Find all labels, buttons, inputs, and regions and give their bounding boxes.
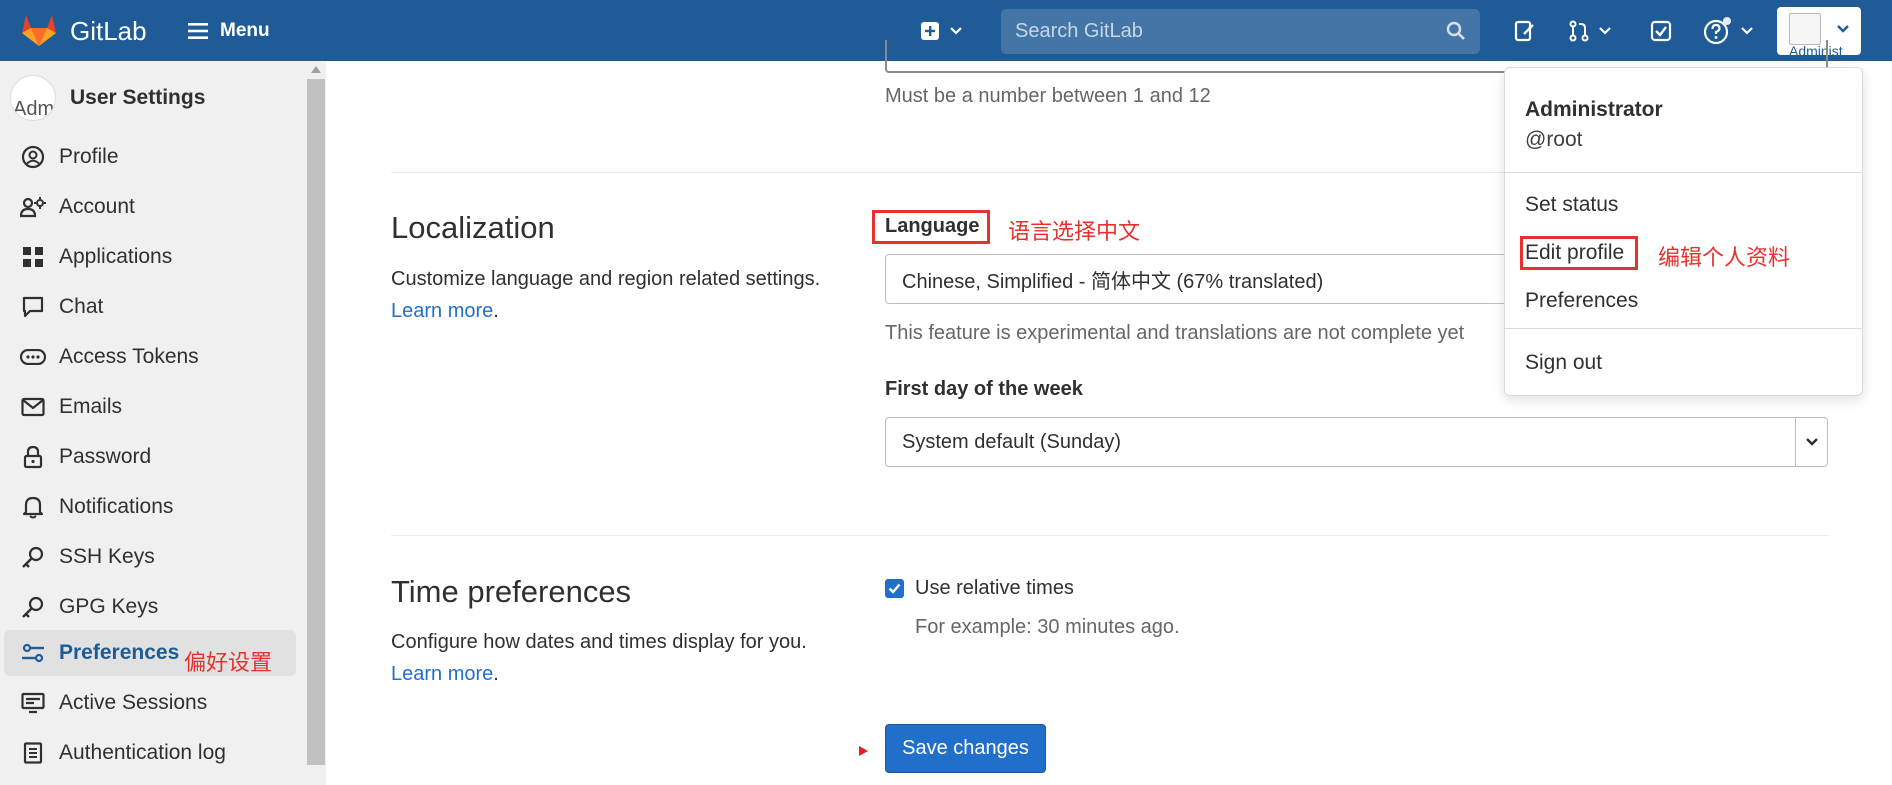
sidebar-item-account[interactable]: Account: [4, 184, 296, 230]
dropdown-divider: [1505, 172, 1862, 173]
search-icon[interactable]: [1446, 21, 1466, 41]
annotation-box-edit-profile: [1520, 236, 1638, 270]
token-icon: [20, 349, 46, 365]
sidebar-item-ssh-keys[interactable]: SSH Keys: [4, 534, 296, 580]
menu-button[interactable]: Menu: [188, 16, 270, 46]
sidebar-scrollbar[interactable]: [304, 61, 326, 785]
lock-icon: [23, 445, 43, 469]
time-preferences-description: Configure how dates and times display fo…: [391, 631, 807, 685]
scrollbar-thumb[interactable]: [307, 79, 325, 765]
sidebar-item-label: Emails: [59, 395, 123, 418]
sidebar-item-label: Active Sessions: [59, 691, 208, 714]
section-divider: [391, 535, 1829, 536]
sidebar-item-label: Preferences: [59, 641, 180, 664]
check-icon: [888, 583, 901, 594]
chevron-down-icon: [1741, 27, 1753, 35]
save-changes-button[interactable]: Save changes: [885, 724, 1046, 773]
applications-icon: [23, 247, 43, 267]
time-description-text: Configure how dates and times display fo…: [391, 631, 807, 653]
sidebar-item-label: Profile: [59, 145, 119, 168]
relative-times-checkbox[interactable]: [885, 579, 904, 598]
annotation-preferences: 偏好设置: [184, 650, 273, 675]
dropdown-set-status[interactable]: Set status: [1525, 193, 1618, 217]
sidebar-item-label: Password: [59, 445, 152, 468]
sidebar-item-emails[interactable]: Emails: [4, 384, 296, 430]
chevron-down-icon: [1599, 27, 1611, 35]
dropdown-preferences[interactable]: Preferences: [1525, 289, 1638, 313]
sidebar-header[interactable]: Adm User Settings: [10, 75, 205, 121]
relative-times-label[interactable]: Use relative times: [915, 577, 1074, 600]
annotation-language: 语言选择中文: [1008, 219, 1141, 244]
sidebar-item-password[interactable]: Password: [4, 434, 296, 480]
sidebar-item-label: Chat: [59, 295, 104, 318]
sidebar-item-applications[interactable]: Applications: [4, 234, 296, 280]
red-marker-arrow: [859, 746, 868, 756]
sidebar-item-label: Notifications: [59, 495, 174, 518]
account-icon: [20, 197, 46, 218]
sidebar-item-authentication-log[interactable]: Authentication log: [4, 730, 296, 776]
preferences-icon: [22, 643, 44, 663]
localization-description: Customize language and region related se…: [391, 268, 821, 322]
menu-label: Menu: [220, 20, 270, 41]
sidebar-item-profile[interactable]: Profile: [4, 134, 296, 180]
localization-description-text: Customize language and region related se…: [391, 268, 821, 290]
relative-times-help: For example: 30 minutes ago.: [915, 616, 1180, 638]
log-icon: [23, 742, 43, 764]
first-day-select-value: System default (Sunday): [902, 430, 1121, 453]
sidebar-item-chat[interactable]: Chat: [4, 284, 296, 330]
avatar: Adm: [10, 75, 56, 121]
key-icon: [22, 546, 44, 568]
language-select-value: Chinese, Simplified - 简体中文 (67% translat…: [902, 270, 1324, 293]
hamburger-icon: [188, 23, 208, 39]
sidebar-item-label: GPG Keys: [59, 595, 159, 618]
scroll-up-arrow[interactable]: [311, 66, 321, 73]
sidebar-item-active-sessions[interactable]: Active Sessions: [4, 680, 296, 726]
localization-title: Localization: [391, 210, 555, 245]
language-help: This feature is experimental and transla…: [885, 322, 1465, 344]
plus-square-icon: [921, 22, 939, 40]
sidebar-item-notifications[interactable]: Notifications: [4, 484, 296, 530]
gitlab-logo-icon[interactable]: [20, 13, 58, 47]
bell-icon: [22, 496, 44, 519]
key-icon: [22, 596, 44, 618]
time-preferences-title: Time preferences: [391, 574, 632, 609]
dropdown-divider: [1505, 328, 1862, 329]
chevron-down-icon: [1805, 438, 1818, 446]
first-day-label: First day of the week: [885, 378, 1083, 400]
localization-learn-more-link[interactable]: Learn more: [391, 300, 493, 322]
profile-icon: [21, 145, 45, 169]
chevron-down-icon: [950, 27, 962, 35]
annotation-box-language: [872, 210, 990, 244]
sidebar-item-label: Authentication log: [59, 741, 226, 764]
sidebar-item-label: SSH Keys: [59, 545, 155, 568]
time-learn-more-link[interactable]: Learn more: [391, 663, 493, 685]
mail-icon: [21, 397, 45, 417]
number-field-help: Must be a number between 1 and 12: [885, 85, 1211, 107]
select-caret[interactable]: [1795, 418, 1827, 466]
gitlab-brand[interactable]: GitLab: [70, 16, 147, 47]
dropdown-user-handle: @root: [1525, 128, 1583, 151]
sidebar-title: User Settings: [70, 86, 206, 109]
sidebar-item-label: Access Tokens: [59, 345, 199, 368]
monitor-icon: [21, 692, 45, 714]
first-day-select[interactable]: System default (Sunday): [885, 417, 1828, 467]
dropdown-user-name: Administrator: [1525, 98, 1663, 121]
sidebar-item-access-tokens[interactable]: Access Tokens: [4, 334, 296, 380]
chevron-down-icon: [1837, 25, 1849, 33]
dropdown-sign-out[interactable]: Sign out: [1525, 351, 1602, 375]
annotation-edit-profile: 编辑个人资料: [1658, 245, 1791, 270]
user-dropdown-menu: Administrator @root Set status Edit prof…: [1504, 67, 1863, 396]
sidebar-item-gpg-keys[interactable]: GPG Keys: [4, 584, 296, 630]
sidebar-item-label: Applications: [59, 245, 173, 268]
chat-icon: [22, 296, 44, 318]
sidebar-item-label: Account: [59, 195, 135, 218]
